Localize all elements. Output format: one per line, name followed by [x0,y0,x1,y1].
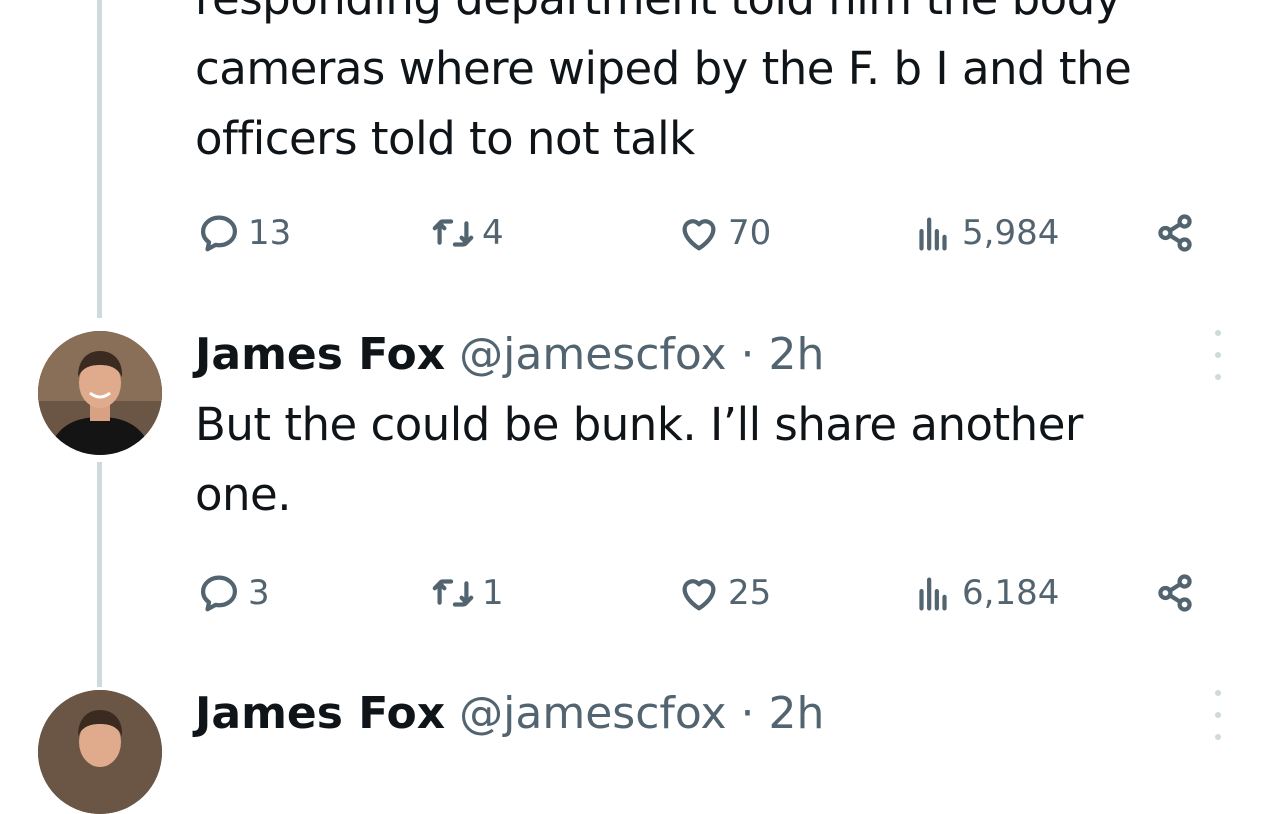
repost-button[interactable]: 1 [430,563,504,623]
share-button[interactable] [1152,203,1198,263]
tweet-actions: 13 4 70 5,984 [0,203,1280,263]
header-separator: · [740,329,755,380]
avatar[interactable] [38,331,162,455]
author-name[interactable]: James Fox [195,688,445,739]
avatar-image [38,331,162,455]
tweet-time[interactable]: 2h [769,329,825,380]
more-vertical-icon[interactable] [1205,330,1231,380]
share-icon [1158,214,1192,252]
views-button[interactable]: 6,184 [910,563,1059,623]
views-button[interactable]: 5,984 [910,203,1059,263]
repost-count: 1 [482,573,504,613]
tweet[interactable]: responding department told him the body … [0,0,1280,300]
repost-icon [432,579,474,607]
author-handle[interactable]: @jamescfox [459,688,726,739]
reply-icon [200,575,238,612]
repost-count: 4 [482,213,504,253]
author-name[interactable]: James Fox [195,329,445,380]
avatar[interactable] [38,690,162,814]
like-count: 70 [728,213,772,253]
reply-count: 13 [248,213,292,253]
repost-button[interactable]: 4 [430,203,504,263]
tweet-time[interactable]: 2h [769,688,825,739]
views-icon [919,217,947,251]
views-icon [919,577,947,611]
reply-icon [200,215,238,252]
header-separator: · [740,688,755,739]
repost-icon [432,219,474,247]
share-button[interactable] [1152,563,1198,623]
tweet-header: James Fox @jamescfox · 2h [195,325,824,385]
heart-icon [682,219,716,251]
share-icon [1158,574,1192,612]
tweet-header: James Fox @jamescfox · 2h [195,684,824,744]
tweet-actions: 3 1 25 6,184 [0,563,1280,623]
reply-button[interactable]: 3 [196,563,270,623]
tweet-text: responding department told him the body … [195,0,1132,165]
like-count: 25 [728,573,772,613]
heart-icon [682,579,716,611]
reply-count: 3 [248,573,270,613]
avatar-image [38,690,162,814]
author-handle[interactable]: @jamescfox [459,329,726,380]
like-button[interactable]: 70 [676,203,771,263]
tweet-text: But the could be bunk. I’ll share anothe… [195,398,1083,521]
like-button[interactable]: 25 [676,563,771,623]
views-count: 5,984 [962,213,1060,253]
reply-button[interactable]: 13 [196,203,291,263]
more-vertical-icon[interactable] [1205,690,1231,740]
views-count: 6,184 [962,573,1060,613]
